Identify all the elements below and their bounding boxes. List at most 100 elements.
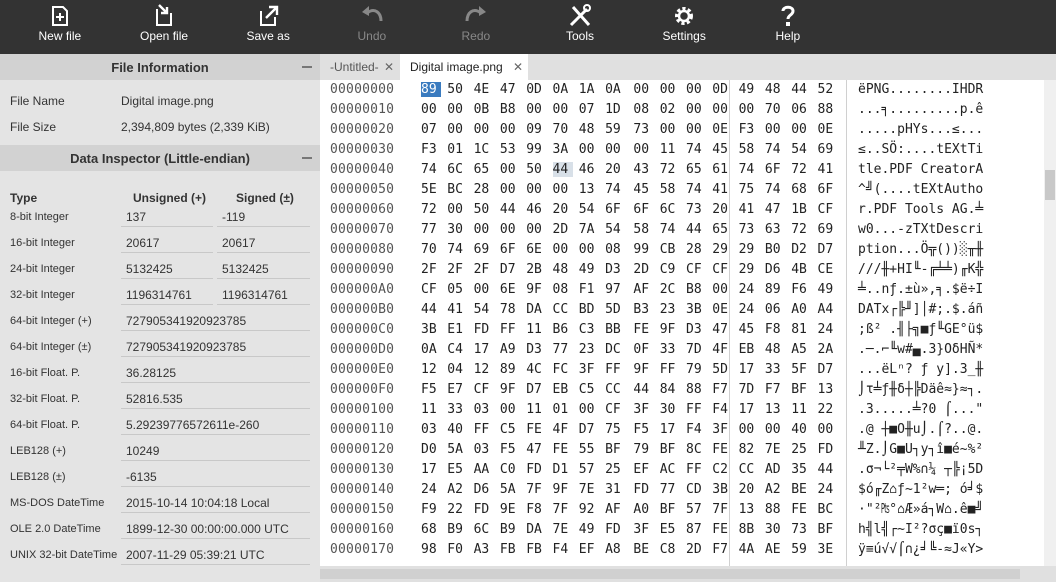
hex-byte[interactable]: 69 xyxy=(474,242,494,257)
hex-byte[interactable]: 69 xyxy=(818,142,838,157)
hex-byte[interactable]: EB xyxy=(553,382,573,397)
hex-byte[interactable]: 00 xyxy=(605,142,625,157)
hex-byte[interactable]: FF xyxy=(660,362,680,377)
hex-text[interactable]: ^╝(....tEXtAutho xyxy=(858,182,983,197)
hex-byte[interactable]: 28 xyxy=(686,242,706,257)
hex-byte[interactable]: 25 xyxy=(605,462,625,477)
hex-byte[interactable]: 1D xyxy=(605,102,625,117)
inspector-value-field[interactable]: 1899-12-30 00:00:00.000 UTC xyxy=(121,518,310,539)
hex-byte[interactable]: 1B xyxy=(791,202,811,217)
hex-byte[interactable]: 6E xyxy=(500,282,520,297)
hex-byte[interactable]: 00 xyxy=(447,122,467,137)
hex-text[interactable]: ...╕.........p.ê xyxy=(858,102,983,117)
hex-byte[interactable]: CC xyxy=(605,382,625,397)
hex-byte[interactable]: 84 xyxy=(660,382,680,397)
hex-byte[interactable]: D6 xyxy=(765,262,785,277)
hex-byte[interactable]: 2F xyxy=(474,262,494,277)
hex-text[interactable]: ╨Z.⌡G■U┐y┐î■é~%² xyxy=(858,442,983,457)
hex-text[interactable]: ëPNG........IHDR xyxy=(858,82,983,97)
hex-byte[interactable]: 00 xyxy=(447,202,467,217)
hex-byte[interactable]: 58 xyxy=(633,222,653,237)
hex-byte[interactable]: 74 xyxy=(686,182,706,197)
hex-byte[interactable]: FD xyxy=(526,462,546,477)
hex-byte[interactable]: C8 xyxy=(660,542,680,557)
hex-byte[interactable]: 13 xyxy=(765,402,785,417)
hex-byte[interactable]: FF xyxy=(686,402,706,417)
hex-byte[interactable]: 7F xyxy=(553,502,573,517)
hex-byte[interactable]: 24 xyxy=(739,302,759,317)
inspector-value-field[interactable]: 52816.535 xyxy=(121,388,310,409)
hex-byte[interactable]: 41 xyxy=(739,202,759,217)
hex-byte[interactable]: 59 xyxy=(791,542,811,557)
hex-byte[interactable]: D3 xyxy=(526,342,546,357)
hex-byte[interactable]: 77 xyxy=(660,482,680,497)
inspector-unsigned-field[interactable]: 1196314761 xyxy=(121,284,213,305)
scroll-thumb[interactable] xyxy=(1045,170,1055,200)
hex-byte[interactable]: 47 xyxy=(526,442,546,457)
hex-byte[interactable]: BF xyxy=(660,502,680,517)
hex-byte[interactable]: 00 xyxy=(818,422,838,437)
hex-byte[interactable]: 54 xyxy=(791,142,811,157)
hex-byte[interactable]: 43 xyxy=(633,162,653,177)
hex-byte[interactable]: B0 xyxy=(765,242,785,257)
hex-text[interactable]: .....pHYs...≤... xyxy=(858,122,983,137)
hex-byte[interactable]: FD xyxy=(474,322,494,337)
close-icon[interactable]: ✕ xyxy=(513,60,523,74)
hex-text[interactable]: DATx┌╠╜]│#;.$.áñ xyxy=(858,302,983,317)
hex-byte[interactable]: 7E xyxy=(553,522,573,537)
hex-byte[interactable]: 7A xyxy=(579,222,599,237)
hex-byte[interactable]: 4A xyxy=(739,542,759,557)
hex-text[interactable]: ÿ≡ú√√⌠∩¿╛╚-≈J«Y> xyxy=(858,542,983,557)
hex-byte[interactable]: CC xyxy=(553,302,573,317)
hex-byte[interactable]: 0B xyxy=(474,102,494,117)
hex-byte[interactable]: 48 xyxy=(579,122,599,137)
hex-byte[interactable]: 74 xyxy=(447,242,467,257)
hex-byte[interactable]: 54 xyxy=(474,302,494,317)
hex-byte[interactable]: 20 xyxy=(605,162,625,177)
hex-byte[interactable]: 9F xyxy=(526,282,546,297)
hex-byte[interactable]: 12 xyxy=(474,362,494,377)
hex-byte[interactable]: BF xyxy=(660,442,680,457)
inspector-value-field[interactable]: 727905341920923785 xyxy=(121,310,310,331)
inspector-signed-field[interactable]: -119 xyxy=(217,206,310,227)
help-button[interactable]: Help xyxy=(748,0,828,54)
hex-byte[interactable]: 12 xyxy=(421,362,441,377)
hex-byte[interactable]: 46 xyxy=(579,162,599,177)
hex-byte[interactable]: F1 xyxy=(579,282,599,297)
hex-text[interactable]: .σ¬└²╤W%∩¼ ┬╠¡5D xyxy=(858,462,983,477)
hex-byte[interactable]: 69 xyxy=(818,222,838,237)
hex-byte[interactable]: 49 xyxy=(579,262,599,277)
hex-byte[interactable]: 4C xyxy=(526,362,546,377)
hex-byte[interactable]: B8 xyxy=(686,282,706,297)
hex-byte[interactable]: 3E xyxy=(818,542,838,557)
hex-byte[interactable]: 30 xyxy=(660,402,680,417)
hex-byte[interactable]: 49 xyxy=(739,82,759,97)
hex-byte[interactable]: 23 xyxy=(579,342,599,357)
save-as-button[interactable]: Save as xyxy=(228,0,308,54)
hex-byte[interactable]: 5F xyxy=(791,362,811,377)
hex-byte[interactable]: CE xyxy=(818,262,838,277)
data-inspector-header[interactable]: Data Inspector (Little-endian) xyxy=(0,145,320,171)
hex-byte[interactable]: 20 xyxy=(553,202,573,217)
hex-byte[interactable]: 24 xyxy=(739,282,759,297)
hex-text[interactable]: h╣l╣┌~I²?σç■ï0s┐ xyxy=(858,522,983,537)
hex-byte[interactable]: 00 xyxy=(500,182,520,197)
hex-byte[interactable]: 97 xyxy=(605,282,625,297)
hex-byte[interactable]: 58 xyxy=(660,182,680,197)
hex-byte[interactable]: 3F xyxy=(633,522,653,537)
hex-byte[interactable]: 00 xyxy=(739,422,759,437)
hex-byte[interactable]: 00 xyxy=(579,242,599,257)
hex-byte[interactable]: 74 xyxy=(765,182,785,197)
hex-byte[interactable]: 50 xyxy=(474,202,494,217)
hex-byte[interactable]: 73 xyxy=(686,202,706,217)
hex-byte[interactable]: D7 xyxy=(579,422,599,437)
inspector-signed-field[interactable]: 20617 xyxy=(217,232,310,253)
hex-text[interactable]: tle.PDF CreatorA xyxy=(858,162,983,177)
hex-byte[interactable]: 00 xyxy=(500,162,520,177)
hex-byte[interactable]: 00 xyxy=(526,102,546,117)
hex-byte[interactable]: 01 xyxy=(447,142,467,157)
hex-byte[interactable]: 92 xyxy=(579,502,599,517)
hex-byte[interactable]: C5 xyxy=(500,422,520,437)
hex-byte[interactable]: 3B xyxy=(421,322,441,337)
hex-byte[interactable]: A9 xyxy=(500,342,520,357)
